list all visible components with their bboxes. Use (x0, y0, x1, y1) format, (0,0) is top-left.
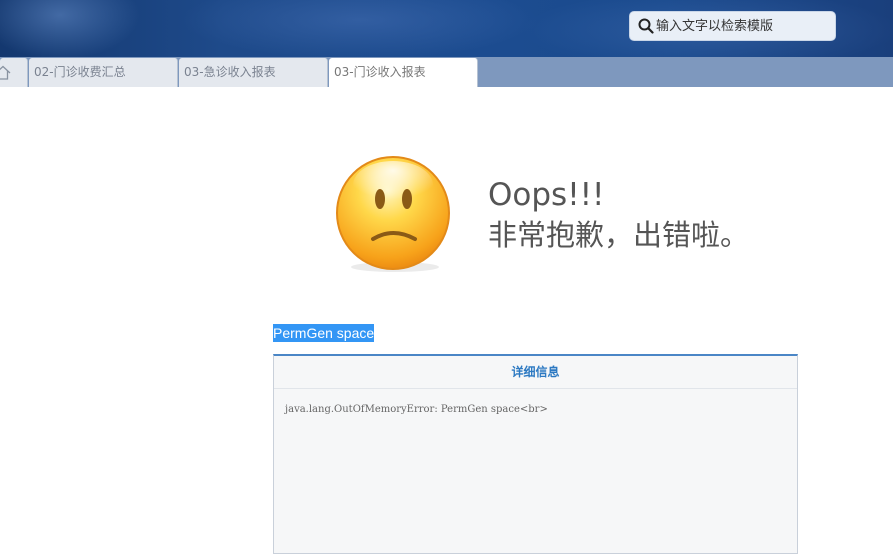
sad-face-icon (336, 156, 450, 272)
banner-decoration (180, 0, 540, 57)
tab-bar: 02-门诊收费汇总 03-急诊收入报表 03-门诊收入报表 (0, 57, 893, 87)
home-icon[interactable] (0, 65, 11, 80)
header-banner (0, 0, 893, 57)
error-message: PermGen space (273, 324, 375, 342)
banner-decoration (0, 0, 140, 57)
details-text: java.lang.OutOfMemoryError: PermGen spac… (285, 404, 548, 415)
tab-outpatient-fee-summary[interactable]: 02-门诊收费汇总 (29, 58, 178, 87)
error-details-panel: 详细信息 java.lang.OutOfMemoryError: PermGen… (273, 354, 798, 554)
tab-home[interactable] (0, 58, 28, 87)
search-icon[interactable] (638, 18, 654, 34)
tab-outpatient-revenue-report[interactable]: 03-门诊收入报表 (329, 58, 478, 87)
details-title[interactable]: 详细信息 (274, 356, 797, 389)
error-title: Oops!!! (488, 177, 605, 213)
tab-emergency-revenue-report[interactable]: 03-急诊收入报表 (179, 58, 328, 87)
template-search-box[interactable] (629, 11, 836, 41)
error-subtitle: 非常抱歉，出错啦。 (488, 218, 750, 252)
error-heading: Oops!!! 非常抱歉，出错啦。 (488, 175, 749, 255)
template-search-input[interactable] (656, 17, 828, 35)
